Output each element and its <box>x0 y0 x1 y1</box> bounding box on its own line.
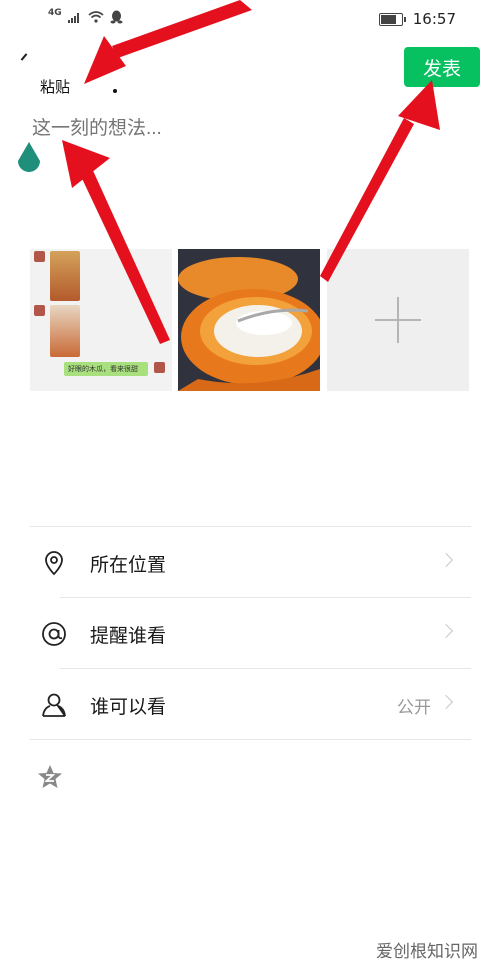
annotation-arrows <box>62 0 440 344</box>
chat-message-text: 好眼的木瓜，看来很甜 <box>68 365 138 373</box>
text-cursor-handle-icon[interactable] <box>16 141 42 173</box>
wifi-icon <box>88 11 104 23</box>
divider <box>30 739 471 740</box>
visibility-value: 公开 <box>397 698 431 718</box>
battery-icon <box>378 12 406 26</box>
option-visibility[interactable]: 谁可以看 公开 <box>30 669 471 739</box>
plus-icon-vertical <box>397 297 399 343</box>
qq-penguin-icon <box>110 10 123 24</box>
add-photo-button[interactable] <box>327 249 469 391</box>
photo-thumb-chat-screenshot[interactable]: 好眼的木瓜，看来很甜 <box>30 249 172 391</box>
location-pin-icon <box>45 551 63 576</box>
chevron-right-icon <box>438 552 454 568</box>
clock: 16:57 <box>412 10 456 28</box>
option-label: 提醒谁看 <box>90 625 167 647</box>
status-left: 4G <box>48 8 123 24</box>
publish-button[interactable]: 发表 <box>404 47 480 87</box>
at-sign-icon <box>42 622 66 646</box>
papaya-photo <box>178 249 320 391</box>
paste-popup[interactable]: 粘贴 <box>40 76 70 97</box>
person-icon <box>42 693 66 717</box>
qzone-star-icon[interactable] <box>36 763 64 791</box>
option-mention[interactable]: 提醒谁看 <box>30 598 471 668</box>
option-location[interactable]: 所在位置 <box>30 527 471 597</box>
chevron-right-icon <box>438 694 454 710</box>
chat-avatar <box>34 251 45 262</box>
status-right: 16:57 <box>378 10 456 28</box>
option-label: 谁可以看 <box>90 696 167 718</box>
option-label: 所在位置 <box>90 554 167 576</box>
status-bar: 4G 16:57 <box>0 0 500 38</box>
chat-image-1 <box>50 251 80 301</box>
network-type: 4G <box>48 8 62 18</box>
signal-icon <box>67 13 79 23</box>
back-stroke[interactable] <box>20 53 28 61</box>
chat-message: 好眼的木瓜，看来很甜 <box>64 362 148 376</box>
chat-avatar <box>34 305 45 316</box>
chat-image-2 <box>50 305 80 357</box>
chat-avatar-self <box>154 362 165 373</box>
photo-thumb-papaya[interactable] <box>178 249 320 391</box>
watermark: 爱创根知识网 <box>376 942 478 962</box>
cursor-dot <box>113 89 117 93</box>
post-options: 所在位置 提醒谁看 谁可以看 公开 <box>30 526 471 740</box>
thought-input[interactable] <box>30 117 434 141</box>
chevron-right-icon <box>438 623 454 639</box>
